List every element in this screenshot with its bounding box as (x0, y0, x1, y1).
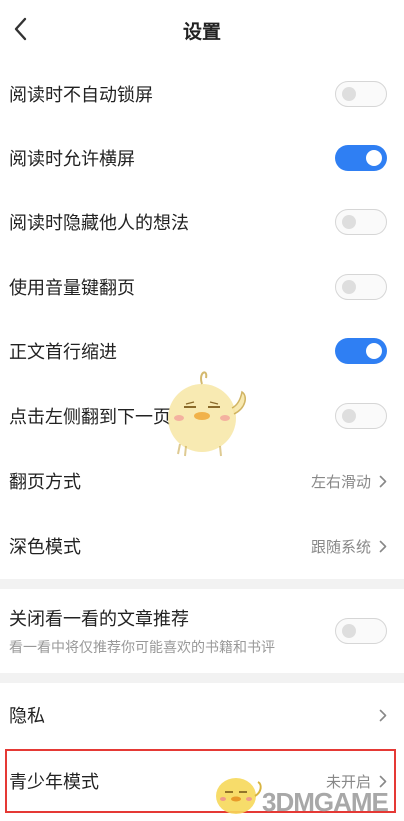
chevron-right-icon (379, 709, 387, 721)
watermark-logo-text: 3DMGAME (262, 787, 389, 817)
chevron-left-icon (14, 17, 27, 41)
toggle-knob (342, 280, 356, 294)
setting-label: 点击左侧翻到下一页 (9, 407, 171, 427)
toggle-knob (366, 343, 382, 359)
chick-mascot-icon (168, 371, 247, 457)
chevron-right-icon (379, 775, 387, 787)
setting-volume-page-turn: 使用音量键翻页 (0, 255, 404, 319)
toggle-knob (342, 215, 356, 229)
setting-label: 翻页方式 (9, 472, 81, 492)
chick-logo-icon (216, 778, 262, 814)
volume-page-turn-toggle[interactable] (335, 274, 387, 300)
setting-disable-recommend: 关闭看一看的文章推荐 看一看中将仅推荐你可能喜欢的书籍和书评 (0, 595, 404, 667)
setting-privacy[interactable]: 隐私 (0, 683, 404, 747)
tap-left-next-toggle[interactable] (335, 403, 387, 429)
setting-label: 青少年模式 (9, 772, 99, 792)
disable-recommend-toggle[interactable] (335, 618, 387, 644)
toggle-knob (342, 87, 356, 101)
top-bar: 设置 (0, 0, 404, 60)
section-divider (0, 673, 404, 683)
setting-label: 阅读时隐藏他人的想法 (9, 213, 189, 233)
setting-value-wrap: 左右滑动 (311, 471, 387, 492)
chevron-right-icon (379, 540, 387, 552)
toggle-knob (342, 409, 356, 423)
setting-label: 正文首行缩进 (9, 342, 117, 362)
toggle-knob (342, 624, 356, 638)
setting-value-wrap: 跟随系统 (311, 536, 387, 557)
setting-allow-landscape: 阅读时允许横屏 (0, 126, 404, 190)
setting-hide-thoughts: 阅读时隐藏他人的想法 (0, 190, 404, 254)
setting-label: 隐私 (9, 706, 45, 726)
chevron-right-icon (379, 475, 387, 487)
hide-thoughts-toggle[interactable] (335, 209, 387, 235)
setting-label: 使用音量键翻页 (9, 278, 135, 298)
setting-label: 阅读时允许横屏 (9, 149, 135, 169)
page-title: 设置 (182, 21, 221, 43)
setting-label: 深色模式 (9, 537, 81, 557)
setting-value: 跟随系统 (310, 538, 371, 556)
setting-text: 关闭看一看的文章推荐 看一看中将仅推荐你可能喜欢的书籍和书评 (9, 605, 275, 657)
toggle-knob (366, 150, 382, 166)
no-auto-lock-toggle[interactable] (335, 81, 387, 107)
setting-no-auto-lock: 阅读时不自动锁屏 (0, 62, 404, 126)
allow-landscape-toggle[interactable] (335, 145, 387, 171)
section-divider (0, 579, 404, 589)
back-button[interactable] (8, 14, 32, 44)
setting-page-turn-mode[interactable]: 翻页方式 左右滑动 (0, 449, 404, 513)
first-line-indent-toggle[interactable] (335, 338, 387, 364)
setting-label: 关闭看一看的文章推荐 (9, 609, 189, 629)
setting-dark-mode[interactable]: 深色模式 跟随系统 (0, 514, 404, 578)
setting-value: 左右滑动 (310, 473, 371, 491)
setting-label: 阅读时不自动锁屏 (9, 85, 153, 105)
setting-subtext: 看一看中将仅推荐你可能喜欢的书籍和书评 (9, 639, 275, 655)
